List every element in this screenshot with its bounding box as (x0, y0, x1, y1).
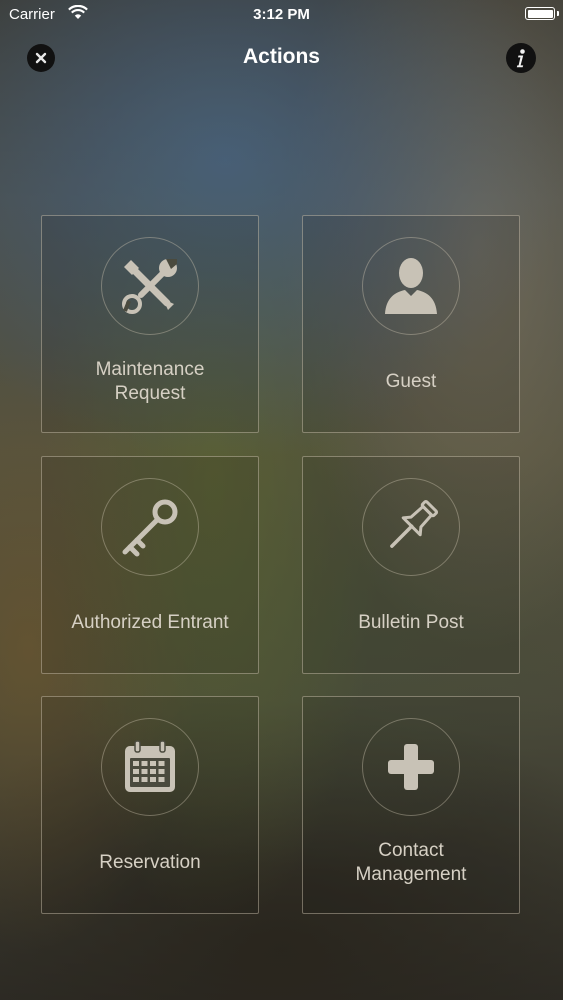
battery-tip (557, 11, 559, 16)
tile-label: Maintenance Request (95, 359, 205, 404)
tile-guest[interactable]: Guest (302, 215, 520, 433)
tile-icon-circle (362, 237, 460, 335)
tile-icon-circle (362, 478, 460, 576)
status-time: 3:12 PM (253, 6, 310, 23)
tile-label: Contact Management (355, 840, 467, 885)
tile-icon-circle (101, 718, 199, 816)
tile-bulletin-post[interactable]: Bulletin Post (302, 456, 520, 674)
pushpin-icon (390, 499, 439, 548)
tile-icon-circle (101, 478, 199, 576)
status-bar: Carrier 3:12 PM (0, 0, 563, 30)
tools-icon (122, 259, 177, 314)
page-title: Actions (242, 45, 320, 68)
key-icon (122, 499, 178, 557)
tile-label: Bulletin Post (358, 612, 464, 633)
tile-authorized-entrant[interactable]: Authorized Entrant (41, 456, 259, 674)
tile-label: Authorized Entrant (71, 612, 229, 633)
tile-icon-circle (101, 237, 199, 335)
info-button[interactable] (506, 43, 536, 73)
info-icon (516, 49, 525, 68)
tile-label: Guest (385, 371, 437, 392)
tile-label: Reservation (99, 852, 201, 873)
person-icon (385, 258, 437, 314)
tile-contact-management[interactable]: Contact Management (302, 696, 520, 914)
tile-reservation[interactable]: Reservation (41, 696, 259, 914)
calendar-icon (125, 740, 175, 792)
tile-icon-circle (362, 718, 460, 816)
nav-bar: Actions (0, 38, 563, 78)
tile-maintenance-request[interactable]: Maintenance Request (41, 215, 259, 433)
battery-icon (525, 7, 555, 20)
plus-icon (388, 744, 434, 790)
